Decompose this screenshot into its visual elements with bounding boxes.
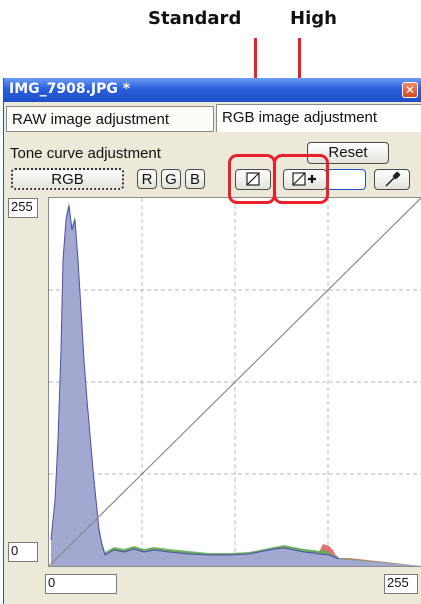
y-min-value: 0 (8, 542, 38, 562)
tab-raw-image-adjustment[interactable]: RAW image adjustment (6, 106, 214, 132)
callout-high-highlight (273, 154, 329, 204)
eyedropper-icon (385, 171, 401, 187)
tab-rgb-image-adjustment[interactable]: RGB image adjustment (216, 104, 421, 132)
tone-curve-graph[interactable] (48, 197, 421, 567)
callout-high-label: High (290, 8, 337, 29)
tab-divider (6, 131, 214, 132)
tone-curve-section-label: Tone curve adjustment (10, 145, 161, 162)
histogram-luminance (51, 206, 421, 566)
callout-standard-highlight (228, 154, 276, 204)
eyedropper-button[interactable] (374, 169, 410, 190)
channel-b-button[interactable]: B (185, 169, 205, 189)
title-bar[interactable]: IMG_7908.JPG * ✕ (4, 78, 421, 102)
channel-r-button[interactable]: R (137, 169, 157, 189)
tool-palette-window: IMG_7908.JPG * ✕ RAW image adjustment RG… (3, 78, 421, 604)
x-min-value: 0 (45, 574, 117, 594)
channel-rgb-button[interactable]: RGB (11, 168, 124, 190)
tone-curve-svg (48, 197, 421, 567)
histogram-red (51, 203, 421, 566)
window-title: IMG_7908.JPG * (9, 81, 131, 97)
close-button[interactable]: ✕ (402, 82, 418, 98)
histogram-green (51, 202, 421, 566)
channel-g-button[interactable]: G (161, 169, 181, 189)
curve-mode-field[interactable] (326, 169, 366, 190)
y-max-value: 255 (8, 198, 38, 218)
callout-standard-label: Standard (148, 8, 242, 29)
x-max-value: 255 (384, 574, 418, 594)
